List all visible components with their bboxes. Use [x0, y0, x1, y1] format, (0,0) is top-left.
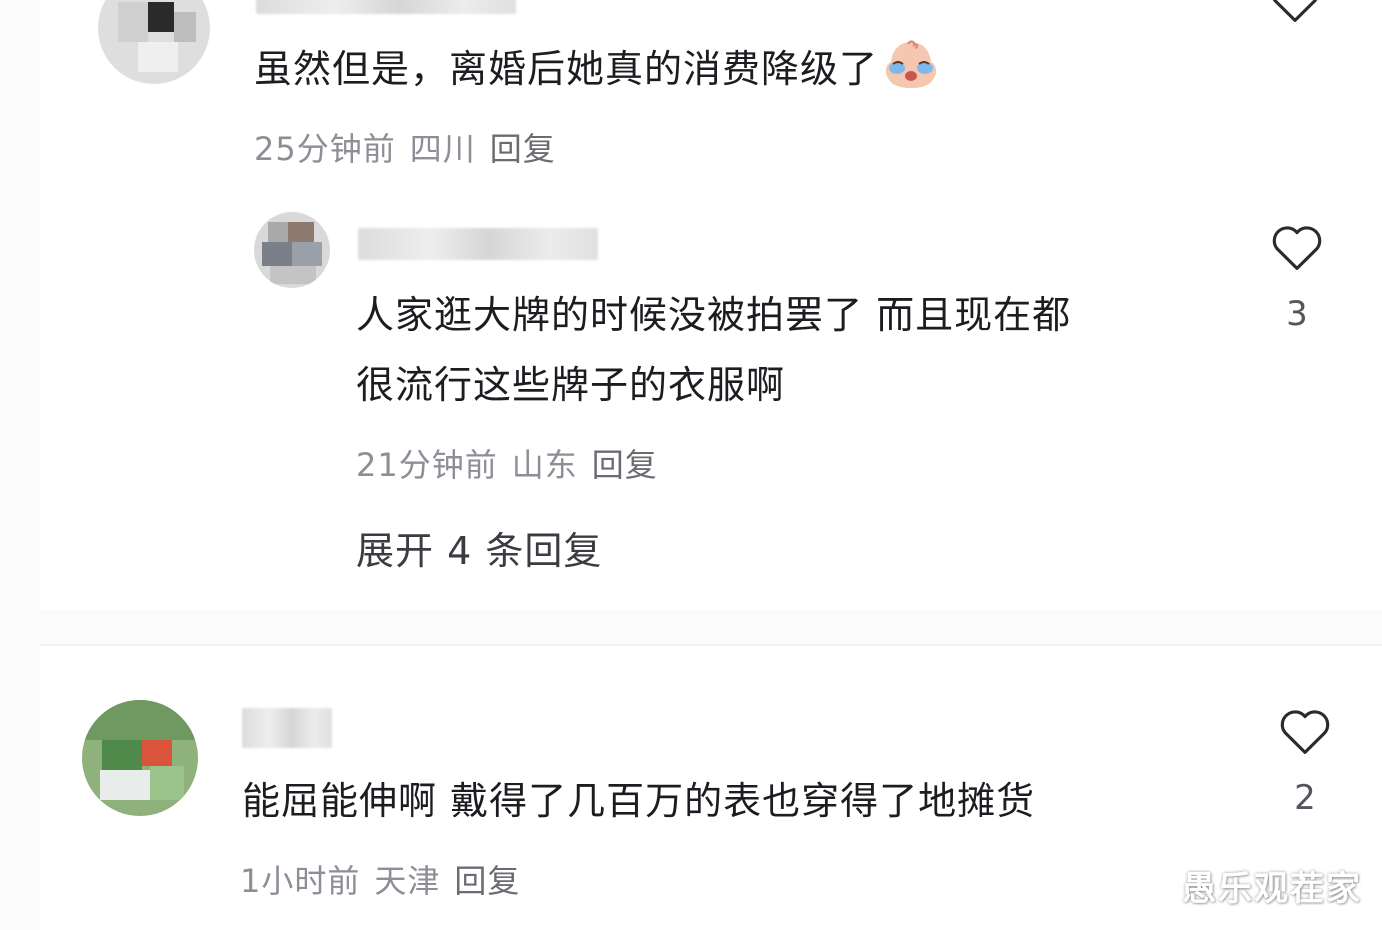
comment-text: 能屈能伸啊 戴得了几百万的表也穿得了地摊货	[242, 779, 1036, 823]
comment-meta: 21分钟前 山东 回复	[356, 440, 672, 486]
heart-icon	[1272, 0, 1318, 22]
heart-icon	[1272, 226, 1322, 270]
timestamp: 1小时前	[240, 862, 361, 900]
comment-screen: 虽然但是，离婚后她真的消费降级了 25分钟前 四川 回复 3 人家逛大牌的时候没被拍…	[0, 0, 1382, 930]
reply-button[interactable]: 回复	[454, 862, 520, 900]
crying-face-icon	[884, 38, 938, 92]
timestamp: 25分钟前	[254, 130, 396, 168]
comment-text-line: 人家逛大牌的时候没被拍罢了 而且现在都	[356, 293, 1072, 337]
expand-replies-button[interactable]: 展开 4 条回复	[356, 520, 602, 575]
like-count: 3	[1286, 294, 1308, 334]
like-count: 2	[1294, 778, 1316, 818]
comment-text-line: 很流行这些牌子的衣服啊	[356, 363, 786, 407]
reply-button[interactable]: 回复	[490, 130, 556, 168]
comment-text: 虽然但是，离婚后她真的消费降级了	[254, 34, 938, 104]
location: 四川	[409, 130, 476, 168]
like-button[interactable]	[1268, 0, 1322, 24]
heart-icon	[1280, 710, 1330, 754]
username-blurred[interactable]	[256, 0, 516, 14]
comment-meta: 1小时前 天津 回复	[240, 856, 534, 902]
watermark: 愚乐观茬家	[1182, 869, 1362, 909]
comment-meta: 25分钟前 四川 回复	[254, 124, 570, 170]
username-blurred[interactable]	[358, 228, 598, 260]
like-button[interactable]: 2	[1278, 706, 1332, 818]
username-blurred[interactable]	[242, 708, 332, 748]
timestamp: 21分钟前	[356, 446, 498, 484]
reply-button[interactable]: 回复	[592, 446, 658, 484]
like-button[interactable]: 3	[1270, 222, 1324, 334]
avatar[interactable]	[254, 212, 330, 288]
avatar[interactable]	[82, 700, 198, 816]
location: 山东	[511, 446, 578, 484]
location: 天津	[374, 862, 441, 900]
comment-text: 人家逛大牌的时候没被拍罢了 而且现在都 很流行这些牌子的衣服啊	[356, 280, 1071, 420]
